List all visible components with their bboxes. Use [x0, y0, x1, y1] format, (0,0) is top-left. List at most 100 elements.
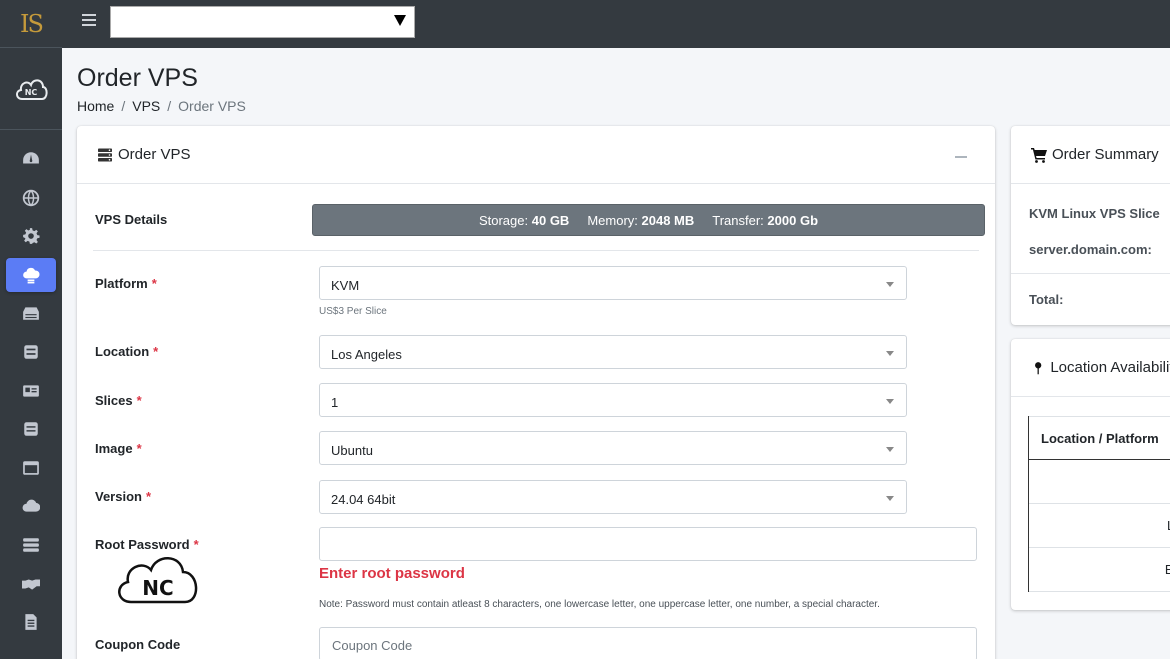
breadcrumb-current: Order VPS	[178, 98, 246, 114]
card-header: Order VPS	[77, 126, 995, 184]
storage-spec: Storage: 40 GB	[478, 212, 570, 228]
dropdown-arrow-icon	[394, 15, 406, 26]
root-password-input[interactable]	[319, 527, 977, 561]
server-icon	[98, 148, 112, 161]
id-card-icon	[23, 384, 39, 397]
slices-label: Slices *	[95, 393, 142, 408]
transfer-spec: Transfer: 2000 Gb	[712, 212, 819, 228]
dashboard-icon	[23, 152, 39, 164]
sidebar-item-cloud[interactable]	[6, 489, 56, 523]
server-rack-icon	[23, 307, 39, 321]
version-select[interactable]: 24.04 64bit	[319, 480, 907, 514]
image-label: Image *	[95, 441, 142, 456]
sidebar-item-vps[interactable]	[6, 257, 56, 292]
sidebar-item-windows[interactable]	[6, 451, 56, 485]
sidebar-item-hosting[interactable]	[6, 335, 56, 369]
table-row: Ne	[1029, 460, 1170, 504]
card-header: Order Summary	[1011, 126, 1170, 184]
chevron-down-icon	[886, 351, 894, 356]
sidebar-nav	[0, 130, 62, 639]
image-select-value: Ubuntu	[331, 443, 373, 458]
card-title: Location Availability	[1050, 359, 1170, 376]
sidebar-item-servers[interactable]	[6, 296, 56, 330]
breadcrumb-home[interactable]: Home	[77, 98, 114, 114]
platform-select[interactable]: KVM	[319, 266, 907, 300]
cloud-icon	[22, 500, 40, 512]
top-navbar	[62, 0, 1170, 48]
divider	[93, 250, 979, 251]
sidebar: IS NC	[0, 0, 62, 659]
handshake-icon	[22, 579, 40, 590]
globe-icon	[22, 189, 40, 206]
coupon-label: Coupon Code	[95, 637, 181, 652]
account-select[interactable]	[110, 6, 415, 38]
database-icon	[24, 422, 38, 436]
sidebar-item-database[interactable]	[6, 412, 56, 446]
page-title: Order VPS	[77, 64, 198, 92]
password-rules-note: Note: Password must contain atleast 8 ch…	[319, 599, 880, 610]
svg-text:NC: NC	[142, 576, 173, 600]
sidebar-item-invoices[interactable]	[6, 605, 56, 639]
brand-mark: IS	[20, 9, 44, 38]
card-header: Location Availability	[1011, 339, 1170, 397]
shopping-cart-icon	[1031, 147, 1047, 163]
svg-text:NC: NC	[25, 88, 38, 97]
chevron-down-icon	[886, 447, 894, 452]
stack-icon	[23, 538, 39, 552]
table-row: Los	[1029, 504, 1170, 548]
sidebar-item-domains[interactable]	[6, 181, 56, 215]
slices-select[interactable]: 1	[319, 383, 907, 417]
platform-label: Platform *	[95, 276, 157, 291]
order-summary-card: Order Summary KVM Linux VPS Slice server…	[1011, 126, 1170, 325]
location-select[interactable]: Los Angeles	[319, 335, 907, 369]
location-select-value: Los Angeles	[331, 347, 402, 362]
vps-details-label: VPS Details	[95, 212, 168, 227]
brand-logo[interactable]: IS	[0, 0, 62, 48]
window-icon	[23, 461, 39, 475]
menu-toggle-icon[interactable]	[82, 14, 96, 28]
image-select[interactable]: Ubuntu	[319, 431, 907, 465]
box-icon	[24, 345, 38, 359]
coupon-code-input[interactable]: Coupon Code	[319, 627, 977, 659]
order-vps-card: Order VPS VPS Details Storage: 40 GB Mem…	[77, 126, 995, 659]
root-password-error: Enter root password	[319, 565, 465, 582]
map-pin-icon	[1035, 361, 1042, 374]
document-icon	[25, 614, 37, 630]
sidebar-item-affiliates[interactable]	[6, 567, 56, 601]
slices-select-value: 1	[331, 395, 339, 410]
platform-price-hint: US$3 Per Slice	[319, 306, 387, 317]
breadcrumb: Home / VPS / Order VPS	[77, 98, 246, 114]
chevron-down-icon	[886, 399, 894, 404]
collapse-icon[interactable]	[955, 156, 967, 158]
chevron-down-icon	[886, 282, 894, 287]
sidebar-item-storage[interactable]	[6, 528, 56, 562]
availability-table: Location / Platform Ne Los Equ	[1028, 416, 1170, 592]
chevron-down-icon	[886, 496, 894, 501]
divider	[1011, 273, 1170, 274]
sidebar-item-dashboard[interactable]	[6, 142, 56, 176]
platform-select-value: KVM	[331, 278, 360, 293]
location-label: Location *	[95, 344, 159, 359]
breadcrumb-vps[interactable]: VPS	[132, 98, 160, 114]
summary-product: KVM Linux VPS Slice	[1029, 206, 1160, 221]
summary-hostname: server.domain.com:	[1029, 242, 1152, 257]
nc-cloud-logo: NC	[118, 557, 198, 604]
gear-icon	[23, 228, 40, 245]
vps-specs-bar: Storage: 40 GB Memory: 2048 MB Transfer:…	[312, 204, 985, 236]
sidebar-item-accounts[interactable]	[6, 374, 56, 408]
version-label: Version *	[95, 489, 152, 504]
cloud-server-icon	[23, 267, 40, 284]
table-row: Equ	[1029, 548, 1170, 592]
breadcrumb-separator: /	[121, 98, 126, 114]
memory-spec: Memory: 2048 MB	[587, 212, 695, 228]
table-header: Location / Platform	[1029, 416, 1170, 460]
card-title: Order VPS	[118, 146, 191, 163]
version-select-value: 24.04 64bit	[331, 492, 396, 507]
breadcrumb-separator: /	[167, 98, 172, 114]
summary-total-label: Total:	[1029, 292, 1064, 307]
user-panel[interactable]: NC	[0, 48, 62, 130]
avatar: NC	[16, 78, 48, 100]
card-title: Order Summary	[1052, 146, 1159, 163]
sidebar-item-settings[interactable]	[6, 219, 56, 253]
location-availability-card: Location Availability Location / Platfor…	[1011, 339, 1170, 610]
